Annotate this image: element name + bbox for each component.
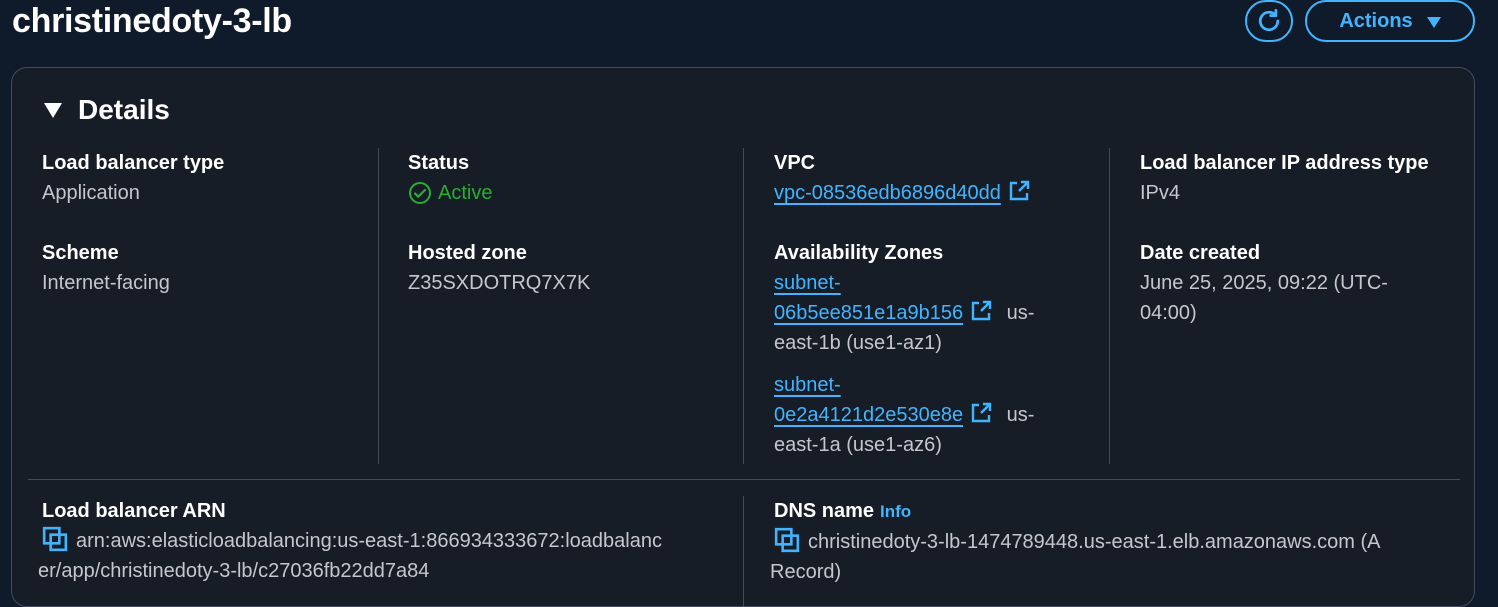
dns-value: Record) xyxy=(770,561,842,583)
external-link-icon[interactable] xyxy=(969,299,993,323)
details-title: Details xyxy=(78,94,170,125)
date-created-label: Date created xyxy=(1140,242,1261,264)
subnet-link[interactable]: 0e2a4121d2e530e8e xyxy=(774,404,963,426)
arn-value: arn:aws:elasticloadbalancing:us-east-1:8… xyxy=(76,530,662,552)
actions-button[interactable]: Actions xyxy=(1305,0,1475,42)
availability-zone-item: subnet- 06b5ee851e1a9b156 us- east-1b (u… xyxy=(774,268,1104,358)
scheme-value: Internet-facing xyxy=(42,272,170,294)
status-label: Status xyxy=(408,152,470,174)
caret-down-icon xyxy=(1426,16,1441,28)
status-value: Active xyxy=(438,182,493,204)
info-link[interactable]: Info xyxy=(880,502,911,521)
vpc-label: VPC xyxy=(774,152,816,174)
collapse-triangle-icon xyxy=(44,102,62,118)
column-status: Status Active Hosted zone Z35SXDOTRQ7X7K xyxy=(408,148,768,328)
zone-text: east-1b (use1-az1) xyxy=(774,332,942,354)
dns-section: DNS name Info christinedoty-3-lb-14747894… xyxy=(770,496,1464,587)
dns-label-row: DNS name Info xyxy=(774,496,1464,527)
column-divider xyxy=(378,148,379,464)
copy-icon[interactable] xyxy=(774,527,800,553)
ip-type-label: Load balancer IP address type xyxy=(1140,152,1429,174)
lb-type-label: Load balancer type xyxy=(42,152,225,174)
column-divider xyxy=(743,496,744,606)
column-network: VPC vpc-08536edb6896d40dd Availability Z… xyxy=(774,148,1104,472)
subnet-link[interactable]: 06b5ee851e1a9b156 xyxy=(774,302,963,324)
arn-value: er/app/christinedoty-3-lb/c27036fb22dd7a… xyxy=(38,560,430,582)
column-divider xyxy=(743,148,744,464)
column-ip: Load balancer IP address type IPv4 Date … xyxy=(1140,148,1460,358)
refresh-button[interactable] xyxy=(1245,0,1293,42)
availability-zones-label: Availability Zones xyxy=(774,242,944,264)
arn-section: Load balancer ARN arn:aws:elasticloadbal… xyxy=(38,496,732,586)
arn-label: Load balancer ARN xyxy=(42,500,226,522)
check-circle-icon xyxy=(409,182,431,204)
page-title: christinedoty-3-lb xyxy=(12,2,292,40)
refresh-icon xyxy=(1258,9,1280,32)
lb-type-value: Application xyxy=(42,182,140,204)
date-created-line: June 25, 2025, 09:22 (UTC- xyxy=(1140,272,1388,294)
subnet-link[interactable]: subnet- xyxy=(774,374,841,396)
subnet-link[interactable]: subnet- xyxy=(774,272,841,294)
column-divider xyxy=(1109,148,1110,464)
details-toggle[interactable]: Details xyxy=(44,94,170,126)
status-badge: Active xyxy=(408,178,768,208)
hosted-zone-value: Z35SXDOTRQ7X7K xyxy=(408,272,591,294)
zone-text: us- xyxy=(1006,404,1035,426)
date-created-line: 04:00) xyxy=(1140,302,1197,324)
details-panel: Details Load balancer type Application S… xyxy=(11,67,1475,607)
column-general: Load balancer type Application Scheme In… xyxy=(42,148,402,328)
date-created-value: June 25, 2025, 09:22 (UTC- 04:00) xyxy=(1140,268,1460,328)
dns-value: christinedoty-3-lb-1474789448.us-east-1.… xyxy=(808,531,1381,553)
scheme-label: Scheme xyxy=(42,242,119,264)
external-link-icon[interactable] xyxy=(1007,179,1031,203)
actions-label: Actions xyxy=(1339,9,1413,32)
vpc-link[interactable]: vpc-08536edb6896d40dd xyxy=(774,182,1001,204)
section-divider xyxy=(28,479,1460,480)
zone-text: us- xyxy=(1006,302,1035,324)
hosted-zone-label: Hosted zone xyxy=(408,242,527,264)
copy-icon[interactable] xyxy=(42,526,68,552)
zone-text: east-1a (use1-az6) xyxy=(774,434,942,456)
dns-label: DNS name xyxy=(774,500,875,522)
availability-zone-item: subnet- 0e2a4121d2e530e8e us- east-1a (u… xyxy=(774,370,1104,460)
external-link-icon[interactable] xyxy=(969,401,993,425)
ip-type-value: IPv4 xyxy=(1140,182,1181,204)
